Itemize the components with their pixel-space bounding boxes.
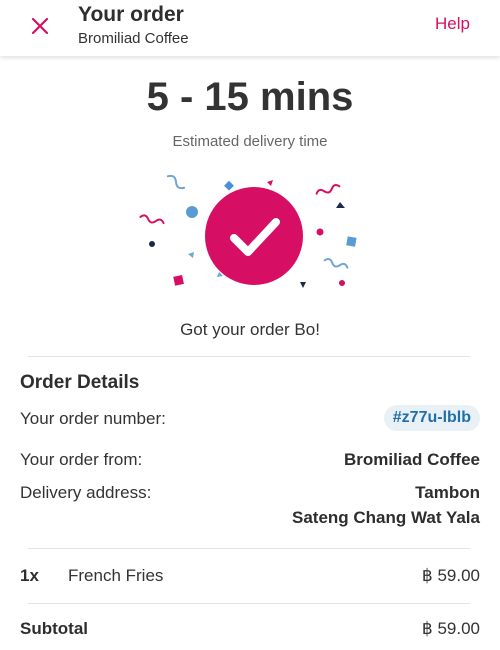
delivery-address-line2: Sateng Chang Wat Yala xyxy=(292,508,480,527)
close-icon[interactable] xyxy=(24,10,56,42)
delivery-time-label: Estimated delivery time xyxy=(172,133,328,150)
delivery-address-line1: Tambon xyxy=(415,483,480,502)
item-name: French Fries xyxy=(68,566,164,585)
divider xyxy=(28,356,470,357)
order-confirmed-illustration xyxy=(139,174,357,288)
help-button[interactable]: Help xyxy=(435,14,470,34)
order-details-title: Order Details xyxy=(20,372,140,393)
subtotal-label: Subtotal xyxy=(20,619,88,638)
restaurant-name: Bromiliad Coffee xyxy=(78,30,189,47)
subtotal-value: ฿ 59.00 xyxy=(421,619,480,638)
item-quantity: 1x xyxy=(20,566,39,585)
page-title: Your order xyxy=(78,3,184,26)
delivery-time: 5 - 15 mins xyxy=(146,75,354,119)
item-price: ฿ 59.00 xyxy=(421,566,480,585)
order-number-badge[interactable]: #z77u-lblb xyxy=(383,405,480,431)
divider xyxy=(28,548,470,549)
order-from-label: Your order from: xyxy=(20,450,143,469)
delivery-address-label: Delivery address: xyxy=(20,483,152,502)
order-from-value: Bromiliad Coffee xyxy=(343,450,480,469)
top-app-bar: Your order Bromiliad Coffee Help xyxy=(0,0,500,56)
divider xyxy=(28,603,470,604)
order-number-label: Your order number: xyxy=(20,409,166,428)
confirmation-message: Got your order Bo! xyxy=(180,320,320,339)
